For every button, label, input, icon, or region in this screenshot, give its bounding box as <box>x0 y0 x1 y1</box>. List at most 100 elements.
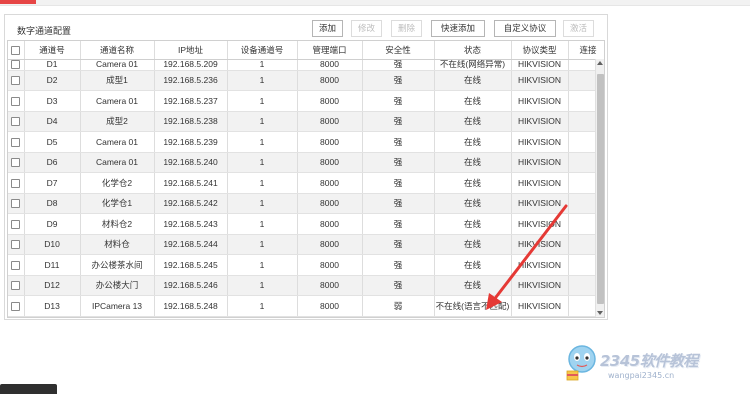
table-cell: 强 <box>362 213 435 235</box>
table-row[interactable]: D8 化学仓1 192.168.5.242 1 8000 强在线 HIKVISION <box>8 193 604 214</box>
table-body: D1 Camera 01 192.168.5.209 1 8000 强不在线(网络异常) H… <box>8 59 604 317</box>
row-select-cell[interactable] <box>8 254 25 276</box>
row-checkbox[interactable] <box>11 281 21 291</box>
table-cell: HIKVISION <box>511 234 569 255</box>
table-row[interactable]: D4 成型2 192.168.5.238 1 8000 强在线 HIKVISION <box>8 111 604 132</box>
table-row[interactable]: D2 成型1 192.168.5.236 1 8000 强在线 HIKVISION <box>8 70 604 91</box>
row-checkbox[interactable] <box>11 240 21 250</box>
quick-add-button[interactable]: 快速添加 <box>431 20 485 37</box>
column-header[interactable]: IP地址 <box>154 41 228 60</box>
table-row[interactable]: D7 化学仓2 192.168.5.241 1 8000 强在线 HIKVISION <box>8 172 604 194</box>
table-cell: HIKVISION <box>511 131 569 153</box>
row-checkbox[interactable] <box>11 219 21 229</box>
column-header[interactable]: 管理端口 <box>297 41 363 60</box>
row-select-cell[interactable] <box>8 70 25 91</box>
table-cell: 强 <box>362 131 435 153</box>
row-checkbox[interactable] <box>11 137 21 147</box>
column-header[interactable]: 连接 <box>568 41 604 60</box>
row-checkbox[interactable] <box>11 76 21 86</box>
row-select-cell[interactable] <box>8 234 25 255</box>
custom-protocol-button[interactable]: 自定义协议 <box>494 20 556 37</box>
bottom-taskbar-tab[interactable] <box>0 384 57 394</box>
delete-button[interactable]: 删除 <box>391 20 422 37</box>
add-button[interactable]: 添加 <box>312 20 343 37</box>
modify-button[interactable]: 修改 <box>351 20 382 37</box>
table-cell: 192.168.5.244 <box>154 234 228 255</box>
table-cell: 材料仓 <box>80 234 155 255</box>
watermark: 2345软件教程 wangpai2345.cn <box>560 340 740 386</box>
row-select-cell[interactable] <box>8 172 25 194</box>
table-cell: 192.168.5.239 <box>154 131 228 153</box>
scroll-down-arrow-icon[interactable] <box>597 311 603 315</box>
row-checkbox[interactable] <box>11 260 21 270</box>
row-select-cell[interactable] <box>8 90 25 112</box>
table-row[interactable]: D9 材料仓2 192.168.5.243 1 8000 强在线 HIKVISION <box>8 213 604 235</box>
table-row[interactable]: D1 Camera 01 192.168.5.209 1 8000 强不在线(网络异常) H… <box>8 59 604 71</box>
row-checkbox[interactable] <box>11 158 21 168</box>
table-cell: 8000 <box>297 193 363 214</box>
scroll-thumb[interactable] <box>597 74 604 304</box>
row-checkbox[interactable] <box>11 199 21 209</box>
table-cell: 不在线(语言不匹配) <box>434 295 512 317</box>
table-cell: 在线 <box>434 111 512 132</box>
table-cell: 强 <box>362 111 435 132</box>
table-row[interactable]: D3 Camera 01 192.168.5.237 1 8000 强在线 HIKVISIO… <box>8 90 604 112</box>
table-cell: D3 <box>24 90 81 112</box>
column-header[interactable]: 状态 <box>434 41 512 60</box>
top-strip <box>0 0 750 6</box>
table-row[interactable]: D5 Camera 01 192.168.5.239 1 8000 强在线 HIKVISIO… <box>8 131 604 153</box>
row-select-cell[interactable] <box>8 213 25 235</box>
scroll-up-arrow-icon[interactable] <box>597 61 603 65</box>
column-header[interactable]: 通道号 <box>24 41 81 60</box>
row-checkbox[interactable] <box>11 96 21 106</box>
table-cell: 8000 <box>297 213 363 235</box>
table-cell: 1 <box>227 70 298 91</box>
table-cell: 在线 <box>434 254 512 276</box>
table-cell: 8000 <box>297 59 363 71</box>
table-cell: 8000 <box>297 275 363 296</box>
table-row[interactable]: D10 材料仓 192.168.5.244 1 8000 强在线 HIKVISION <box>8 234 604 255</box>
table-cell: 1 <box>227 152 298 173</box>
table-cell: D8 <box>24 193 81 214</box>
table-cell: 办公楼茶水间 <box>80 254 155 276</box>
table-cell: 成型2 <box>80 111 155 132</box>
table-cell: 1 <box>227 90 298 112</box>
row-checkbox[interactable] <box>11 178 21 188</box>
row-select-cell[interactable] <box>8 295 25 317</box>
column-header[interactable]: 协议类型 <box>511 41 569 60</box>
watermark-url: wangpai2345.cn <box>608 371 675 380</box>
column-header[interactable]: 设备通道号 <box>227 41 298 60</box>
vertical-scrollbar[interactable] <box>595 59 604 317</box>
row-select-cell[interactable] <box>8 152 25 173</box>
row-select-cell[interactable] <box>8 275 25 296</box>
table-cell: 8000 <box>297 111 363 132</box>
channel-table: 通道号 通道名称 IP地址 设备通道号 管理端口 安全性 状态 协议类型 连接 … <box>8 41 604 317</box>
row-checkbox[interactable] <box>11 117 21 127</box>
table-cell: 8000 <box>297 90 363 112</box>
row-select-cell[interactable] <box>8 59 25 71</box>
panel-header: 数字通道配置 添加 修改 删除 快速添加 自定义协议 激活 <box>5 15 607 41</box>
select-all-checkbox[interactable] <box>11 45 21 55</box>
row-select-cell[interactable] <box>8 193 25 214</box>
table-row[interactable]: D13 IPCamera 13 192.168.5.248 1 8000 弱不在线(语言不… <box>8 295 604 317</box>
column-header[interactable]: 通道名称 <box>80 41 155 60</box>
table-cell: 在线 <box>434 275 512 296</box>
activate-button[interactable]: 激活 <box>563 20 594 37</box>
table-row[interactable]: D12 办公楼大门 192.168.5.246 1 8000 强在线 HIKVISION <box>8 275 604 296</box>
table-cell: 在线 <box>434 213 512 235</box>
row-checkbox[interactable] <box>11 59 21 69</box>
row-select-cell[interactable] <box>8 111 25 132</box>
row-checkbox[interactable] <box>11 301 21 311</box>
table-cell: 弱 <box>362 295 435 317</box>
row-select-cell[interactable] <box>8 131 25 153</box>
table-cell: 在线 <box>434 193 512 214</box>
table-cell: 不在线(网络异常) <box>434 59 512 71</box>
top-accent-bar <box>0 0 36 4</box>
select-all-cell[interactable] <box>8 41 25 60</box>
table-row[interactable]: D11 办公楼茶水间 192.168.5.245 1 8000 强在线 HIKVISION <box>8 254 604 276</box>
table-cell: 1 <box>227 131 298 153</box>
table-row[interactable]: D6 Camera 01 192.168.5.240 1 8000 强在线 HIKVISIO… <box>8 152 604 173</box>
table-cell: 强 <box>362 234 435 255</box>
table-cell: 192.168.5.237 <box>154 90 228 112</box>
column-header[interactable]: 安全性 <box>362 41 435 60</box>
